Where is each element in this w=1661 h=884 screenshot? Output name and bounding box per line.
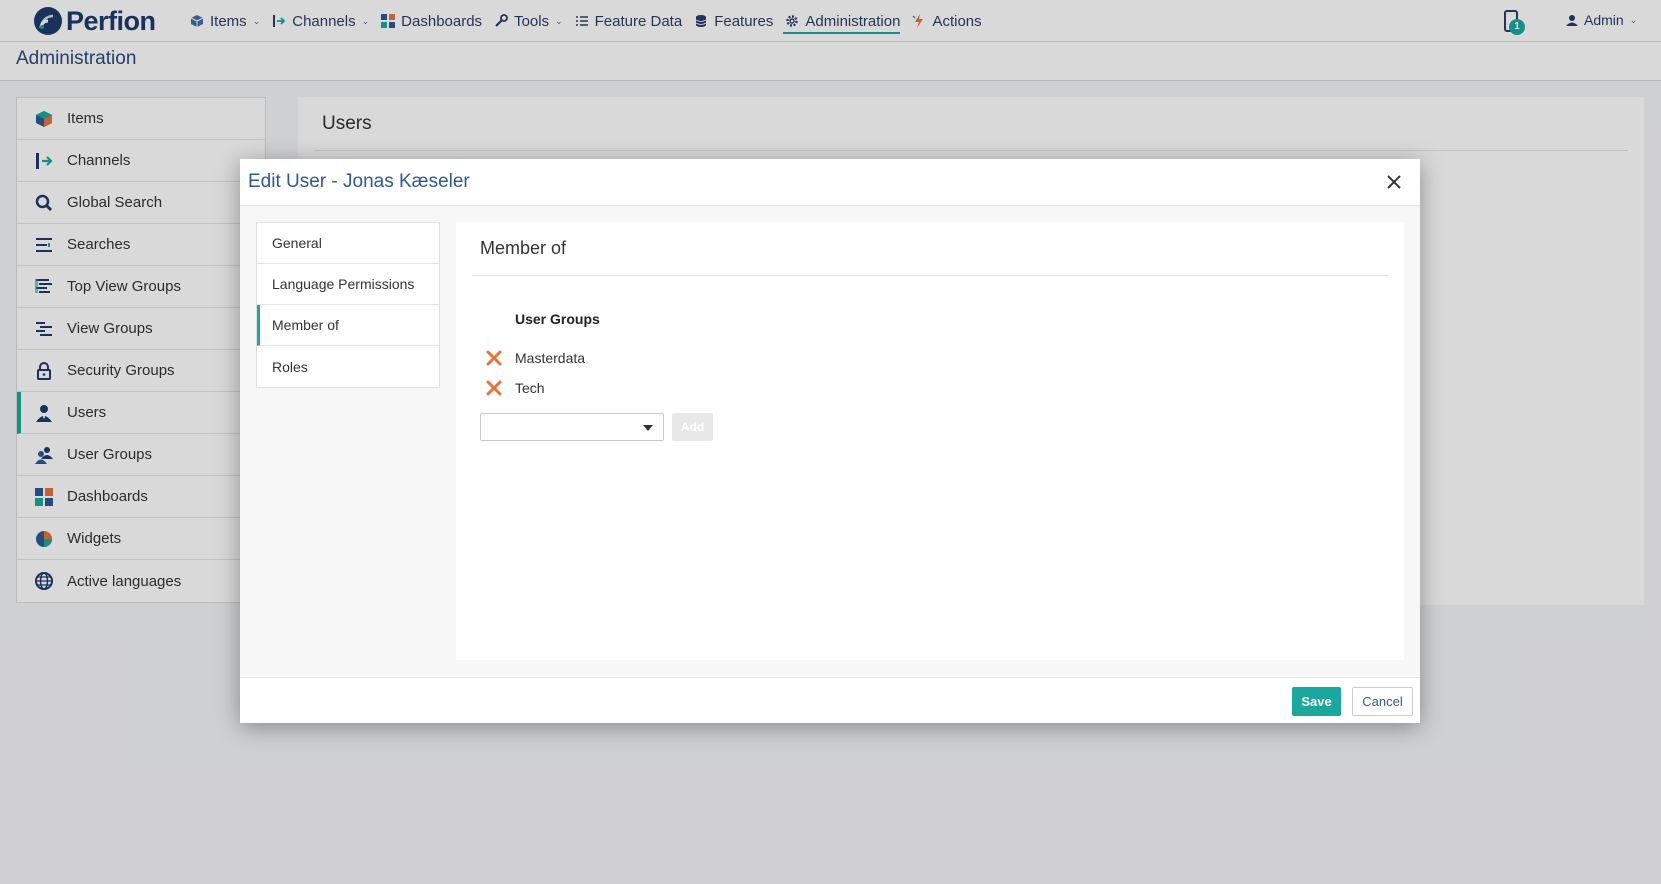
modal-body: General Language Permissions Member of R…	[240, 206, 1420, 676]
add-group-button[interactable]: Add	[672, 413, 713, 441]
edit-user-modal: Edit User - Jonas Kæseler General Langua…	[240, 159, 1420, 723]
modal-header: Edit User - Jonas Kæseler	[240, 159, 1420, 206]
divider	[472, 275, 1388, 276]
user-groups-header: User Groups	[515, 311, 600, 327]
section-title: Member of	[480, 238, 567, 258]
edit-user-tabs: General Language Permissions Member of R…	[256, 222, 440, 388]
list-item: Masterdata	[486, 348, 585, 368]
tab-language-permissions[interactable]: Language Permissions	[257, 264, 439, 305]
save-button[interactable]: Save	[1292, 687, 1341, 716]
member-of-panel: Member of User Groups Masterdata Tech Ad…	[456, 222, 1404, 660]
modal-footer: Save Cancel	[240, 677, 1420, 723]
group-name: Tech	[515, 380, 545, 396]
caret-down-icon	[643, 425, 653, 431]
tab-general[interactable]: General	[257, 223, 439, 264]
cancel-button[interactable]: Cancel	[1352, 687, 1413, 716]
modal-title: Edit User - Jonas Kæseler	[248, 171, 470, 192]
group-name: Masterdata	[515, 350, 586, 366]
user-group-select[interactable]	[480, 413, 664, 441]
remove-group-icon[interactable]	[486, 350, 502, 366]
list-item: Tech	[486, 378, 545, 398]
close-icon[interactable]	[1384, 172, 1404, 192]
tab-roles[interactable]: Roles	[257, 346, 439, 387]
remove-group-icon[interactable]	[486, 380, 502, 396]
tab-member-of[interactable]: Member of	[257, 305, 439, 346]
